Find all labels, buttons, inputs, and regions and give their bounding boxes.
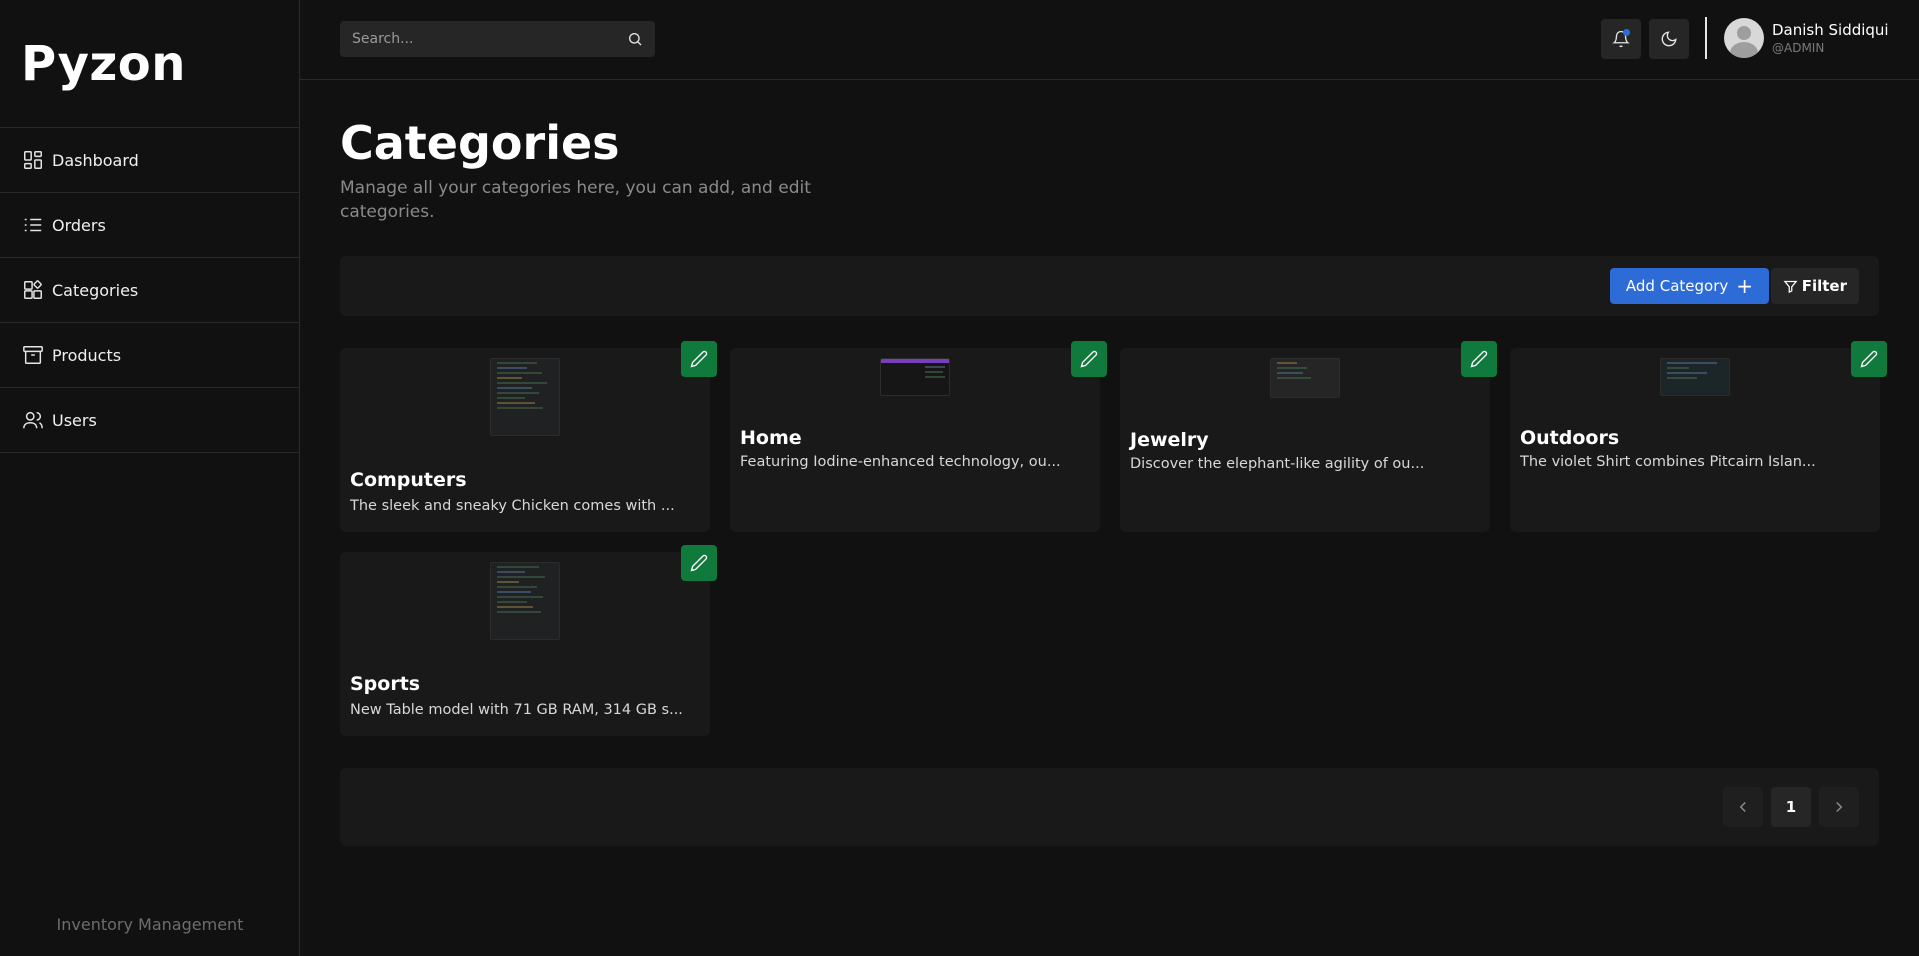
filter-icon (1783, 280, 1798, 293)
category-name: Sports (350, 673, 421, 695)
category-description: The sleek and sneaky Chicken comes with … (350, 498, 675, 514)
sidebar-item-label: Dashboard (52, 150, 139, 170)
sidebar-item-products[interactable]: Products (0, 323, 299, 388)
pencil-icon (1080, 350, 1098, 368)
category-thumbnail (1660, 358, 1730, 396)
sidebar-item-dashboard[interactable]: Dashboard (0, 128, 299, 193)
plus-icon: + (1736, 274, 1753, 298)
category-card-computers[interactable]: Computers The sleek and sneaky Chicken c… (340, 341, 717, 532)
category-thumbnail (490, 562, 560, 640)
list-icon (24, 218, 42, 232)
sidebar-item-label: Categories (52, 280, 139, 300)
page-description: Manage all your categories here, you can… (340, 178, 811, 222)
toolbar: Add Category + Filter (340, 256, 1879, 316)
page-number-button[interactable]: 1 (1771, 787, 1811, 827)
category-thumbnail (490, 358, 560, 436)
edit-button[interactable] (681, 341, 717, 377)
header-divider (1705, 17, 1707, 59)
edit-button[interactable] (681, 545, 717, 581)
edit-button[interactable] (1071, 341, 1107, 377)
search-icon[interactable] (627, 31, 643, 47)
category-thumbnail (1270, 358, 1340, 398)
edit-button[interactable] (1851, 341, 1887, 377)
add-category-button[interactable]: Add Category + (1609, 268, 1769, 304)
category-thumbnail (880, 358, 950, 396)
sidebar-item-users[interactable]: Users (0, 388, 299, 453)
category-description: Discover the elephant-like agility of ou… (1130, 456, 1425, 472)
sidebar-item-label: Products (52, 345, 122, 365)
filter-button[interactable]: Filter (1770, 268, 1859, 304)
notification-dot (1623, 29, 1630, 36)
archive-icon (23, 346, 43, 364)
pencil-icon (1860, 350, 1878, 368)
sidebar-footer: Inventory Management (56, 915, 244, 934)
moon-icon (1661, 31, 1677, 47)
avatar (1724, 18, 1764, 58)
category-card-jewelry[interactable]: Jewelry Discover the elephant-like agili… (1120, 341, 1497, 532)
pencil-icon (690, 350, 708, 368)
category-name: Outdoors (1520, 427, 1620, 449)
add-category-label: Add Category (1625, 277, 1729, 295)
user-profile[interactable]: Danish Siddiqui @ADMIN (1724, 18, 1889, 58)
category-name: Home (740, 427, 802, 449)
page-title: Categories (340, 116, 620, 170)
edit-button[interactable] (1461, 341, 1497, 377)
pencil-icon (690, 554, 708, 572)
user-name: Danish Siddiqui (1772, 21, 1889, 39)
previous-page-button[interactable] (1723, 787, 1763, 827)
app-logo: Pyzon (0, 0, 299, 128)
sidebar-item-orders[interactable]: Orders (0, 193, 299, 258)
chevron-left-icon (1739, 801, 1746, 813)
sidebar-item-label: Users (52, 410, 97, 430)
search-input[interactable] (352, 31, 627, 47)
dashboard-icon (24, 151, 42, 169)
category-description: The violet Shirt combines Pitcairn Islan… (1520, 454, 1816, 470)
chevron-right-icon (1836, 801, 1843, 813)
search-box (340, 21, 655, 57)
category-name: Jewelry (1130, 429, 1209, 451)
theme-toggle-button[interactable] (1649, 19, 1689, 59)
pencil-icon (1470, 350, 1488, 368)
category-card-home[interactable]: Home Featuring Iodine-enhanced technolog… (730, 341, 1107, 532)
category-card-sports[interactable]: Sports New Table model with 71 GB RAM, 3… (340, 545, 717, 736)
top-bar: Danish Siddiqui @ADMIN (300, 0, 1919, 80)
category-description: Featuring Iodine-enhanced technology, ou… (740, 454, 1061, 470)
users-icon (23, 411, 43, 429)
filter-label: Filter (1801, 277, 1847, 295)
next-page-button[interactable] (1819, 787, 1859, 827)
category-card-outdoors[interactable]: Outdoors The violet Shirt combines Pitca… (1510, 341, 1887, 532)
sidebar: Pyzon Dashboard Orders Categories Produc… (0, 0, 300, 956)
pagination: 1 (340, 768, 1879, 846)
user-role: @ADMIN (1772, 41, 1825, 55)
sidebar-item-label: Orders (52, 215, 106, 235)
sidebar-item-categories[interactable]: Categories (0, 258, 299, 323)
categories-icon (24, 280, 42, 299)
category-name: Computers (350, 469, 467, 491)
notifications-button[interactable] (1601, 19, 1641, 59)
category-description: New Table model with 71 GB RAM, 314 GB s… (350, 702, 683, 718)
